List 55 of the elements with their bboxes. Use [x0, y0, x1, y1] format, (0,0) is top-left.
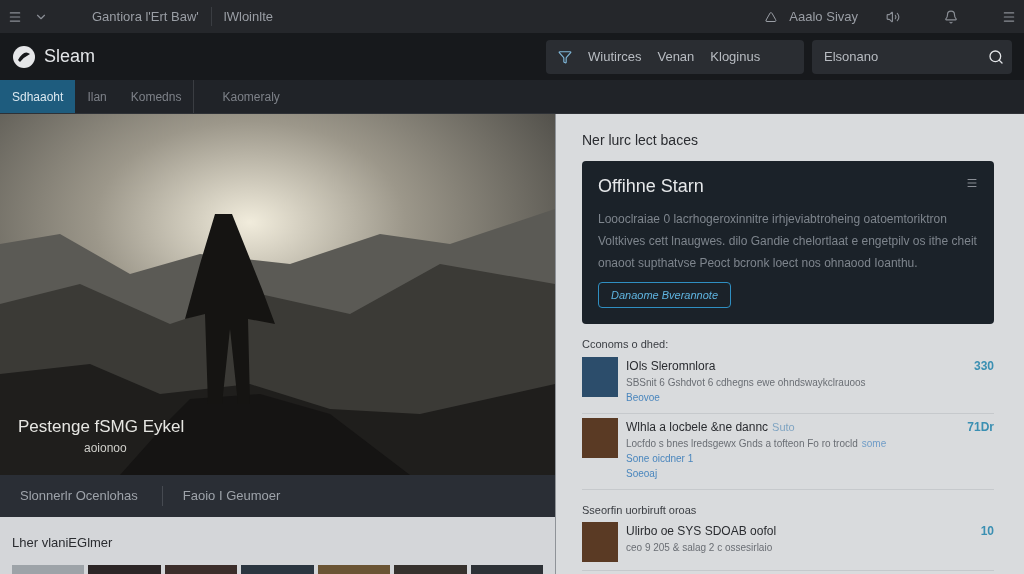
game-description: ceo 9 205 & salag 2 c ossesirlaio — [626, 541, 773, 555]
game-thumbnail[interactable] — [88, 564, 161, 574]
game-thumbnail[interactable] — [582, 356, 618, 397]
tab[interactable]: Sdhaaoht — [0, 80, 76, 113]
card-title: Offihne Starn — [598, 175, 704, 198]
game-thumbnail[interactable] — [582, 522, 618, 562]
logo-text: Sleam — [44, 45, 96, 68]
game-count: 10 — [980, 523, 994, 540]
tab[interactable]: Komedns — [118, 80, 195, 113]
hero-title: Pestenge fSMG Eykel — [18, 415, 185, 438]
game-thumbnail[interactable] — [12, 564, 85, 574]
bell-icon[interactable] — [944, 9, 958, 24]
nav-link[interactable]: Venan — [657, 46, 695, 67]
hero-subtitle: aoionoo — [84, 440, 128, 457]
top-menu-item[interactable]: Gantiora l'Ert Baw' — [92, 6, 199, 27]
game-title[interactable]: IOls Sleromnlora — [626, 356, 716, 375]
game-link[interactable]: Sone oicdner 1 — [626, 450, 994, 466]
tab[interactable]: Ilan — [75, 80, 119, 113]
game-thumbnail[interactable] — [394, 564, 467, 574]
logo-icon — [12, 44, 36, 69]
game-thumbnail[interactable] — [582, 417, 618, 458]
menu-icon[interactable] — [966, 177, 978, 189]
game-thumbnail[interactable] — [241, 564, 314, 574]
game-thumbnail[interactable] — [317, 564, 391, 574]
hero-link[interactable]: Slonnerlr Ocenlohas — [20, 486, 138, 506]
menu-icon[interactable] — [8, 9, 22, 24]
triangle-icon[interactable] — [765, 10, 778, 23]
nav-link[interactable]: Kloginus — [710, 46, 761, 67]
game-description: SBSnit 6 Gshdvot 6 cdhegns ewe ohndswaykclrauoos — [626, 375, 866, 390]
menu-icon[interactable] — [1002, 9, 1016, 24]
search-icon[interactable] — [988, 48, 1004, 65]
section-heading: Cconoms o dhed: — [582, 337, 670, 352]
game-thumbnail[interactable] — [164, 564, 238, 574]
tab[interactable]: Kaomeraly — [210, 80, 292, 113]
game-title[interactable]: Wlhla a locbele &ne dannc — [626, 417, 769, 436]
card-text: Loooclraiae 0 lacrhogeroxinnitre irhjeviabtroheing oatoemtoriktron Voltkives cett lnaugwes. dilo Gandie chelortlaat e engetpilv os ithe cheit onaoot supthatvse Peoct bcronk loect nos ohnaood Ioanthu. — [598, 211, 978, 272]
card-button[interactable]: Danaome Bverannote — [598, 282, 731, 308]
section-heading: Lher vlaniEGlmer — [12, 534, 114, 552]
top-menu-item[interactable]: lWloinlte — [210, 6, 273, 27]
speaker-icon[interactable] — [886, 9, 900, 24]
game-count: 330 — [973, 357, 994, 375]
search-field[interactable]: Elsonano — [812, 39, 1012, 74]
game-link[interactable]: Beovoe — [626, 389, 994, 405]
game-count: 71Dr — [967, 418, 994, 436]
hero-link[interactable]: Faoio I Geumoer — [161, 486, 281, 506]
nav-link[interactable]: Wiutirces — [588, 46, 642, 67]
game-note: Suto — [772, 419, 795, 435]
filter-icon[interactable] — [558, 49, 572, 64]
section-heading: Sseorfin uorbiruft oroas — [582, 502, 698, 518]
panel-heading: Ner lurc lect baces — [582, 131, 699, 150]
game-link[interactable]: Soeoaj — [626, 465, 994, 481]
game-description: Locfdo s bnes lredsgewx Gnds a tofteon Fo ro trocld — [626, 436, 858, 451]
game-title[interactable]: Ulirbo oe SYS SDOAB oofol — [626, 522, 777, 540]
account-name[interactable]: Aaalo Sivay — [789, 6, 858, 27]
game-thumbnail[interactable] — [470, 564, 543, 574]
